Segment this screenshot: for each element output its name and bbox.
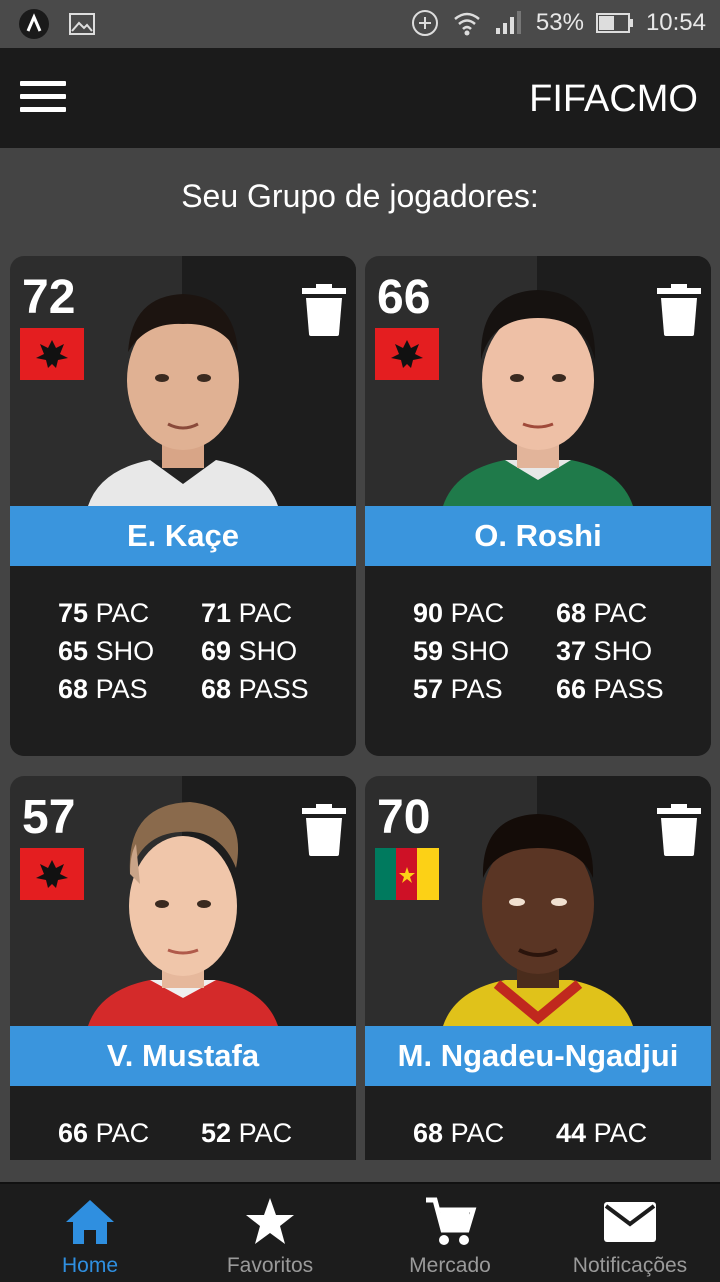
stat: 44 PAC <box>556 1118 648 1148</box>
app-title: FIFACMO <box>529 78 698 120</box>
delete-icon[interactable] <box>302 284 346 336</box>
cameroon-flag-icon <box>375 848 439 900</box>
signal-icon <box>495 11 521 34</box>
nav-favoritos[interactable]: Favoritos <box>180 1184 360 1282</box>
image-notification-icon <box>69 13 95 35</box>
stat: 52 PAC <box>201 1118 293 1148</box>
stat: 69 SHO <box>201 636 298 666</box>
mail-icon <box>604 1202 656 1242</box>
player-stats: 66 PAC 52 PAC <box>10 1086 356 1160</box>
player-name: O. Roshi <box>365 506 711 566</box>
battery-icon <box>595 13 633 33</box>
player-stats: 90 PAC 59 SHO 57 PAS 68 PAC 37 SHO 66 PA… <box>365 566 711 756</box>
stat: 71 PAC <box>201 598 293 628</box>
nav-label: Favoritos <box>226 1254 314 1277</box>
stat: 68 PASS <box>201 674 309 704</box>
player-rating: 57 <box>22 791 76 844</box>
clock: 10:54 <box>645 9 706 36</box>
nav-label: Home <box>61 1254 119 1277</box>
data-saver-icon <box>411 10 438 36</box>
player-stats: 68 PAC 44 PAC <box>365 1086 711 1160</box>
stat: 59 SHO <box>413 636 510 666</box>
stat: 66 PAC <box>58 1118 150 1148</box>
player-rating: 72 <box>22 271 76 324</box>
albania-flag-icon <box>20 848 84 900</box>
albania-flag-icon <box>20 328 84 380</box>
nav-label: Notificações <box>572 1254 688 1277</box>
player-card[interactable]: 72 E. Kaçe 75 PAC 65 SHO 68 PAS 71 PAC 6… <box>10 256 356 756</box>
app-notification-icon <box>19 9 49 39</box>
page-heading: Seu Grupo de jogadores: <box>181 178 539 214</box>
hamburger-icon <box>20 81 66 86</box>
bottom-navigation: Home Favoritos Mercado Notificações <box>0 1182 720 1282</box>
player-photo <box>443 814 633 1026</box>
star-icon <box>246 1198 294 1244</box>
status-bar: 53% 10:54 <box>0 0 720 48</box>
player-name: M. Ngadeu-Ngadjui <box>365 1026 711 1086</box>
delete-icon[interactable] <box>657 804 701 856</box>
player-photo <box>88 802 278 1026</box>
stat: 37 SHO <box>556 636 653 666</box>
albania-flag-icon <box>375 328 439 380</box>
player-rating: 70 <box>377 791 431 844</box>
player-rating: 66 <box>377 271 431 324</box>
wifi-icon <box>454 12 480 36</box>
stat: 68 PAC <box>413 1118 505 1148</box>
stat: 57 PAS <box>413 674 503 704</box>
menu-button[interactable] <box>20 81 66 115</box>
nav-notificacoes[interactable]: Notificações <box>540 1184 720 1282</box>
stat: 68 PAC <box>556 598 648 628</box>
cart-icon <box>426 1197 477 1245</box>
player-card[interactable]: 70 M. Ngadeu-Ngadjui 68 PAC 44 PAC <box>365 776 711 1160</box>
nav-home[interactable]: Home <box>0 1184 180 1282</box>
player-name: E. Kaçe <box>10 506 356 566</box>
stat: 68 PAS <box>58 674 148 704</box>
stat: 75 PAC <box>58 598 150 628</box>
player-photo <box>88 294 278 506</box>
player-name: V. Mustafa <box>10 1026 356 1086</box>
battery-percent: 53% <box>535 9 584 36</box>
delete-icon[interactable] <box>657 284 701 336</box>
player-card[interactable]: 57 V. Mustafa 66 PAC 52 PAC <box>10 776 356 1160</box>
home-icon <box>66 1200 114 1244</box>
nav-mercado[interactable]: Mercado <box>360 1184 540 1282</box>
stat: 66 PASS <box>556 674 664 704</box>
stat: 90 PAC <box>413 598 505 628</box>
nav-label: Mercado <box>409 1254 491 1277</box>
player-stats: 75 PAC 65 SHO 68 PAS 71 PAC 69 SHO 68 PA… <box>10 566 356 756</box>
stat: 65 SHO <box>58 636 155 666</box>
app-bar: FIFACMO <box>0 48 720 148</box>
player-card[interactable]: 66 O. Roshi 90 PAC 59 SHO 57 PAS 68 PAC … <box>365 256 711 756</box>
player-photo <box>443 290 633 506</box>
delete-icon[interactable] <box>302 804 346 856</box>
